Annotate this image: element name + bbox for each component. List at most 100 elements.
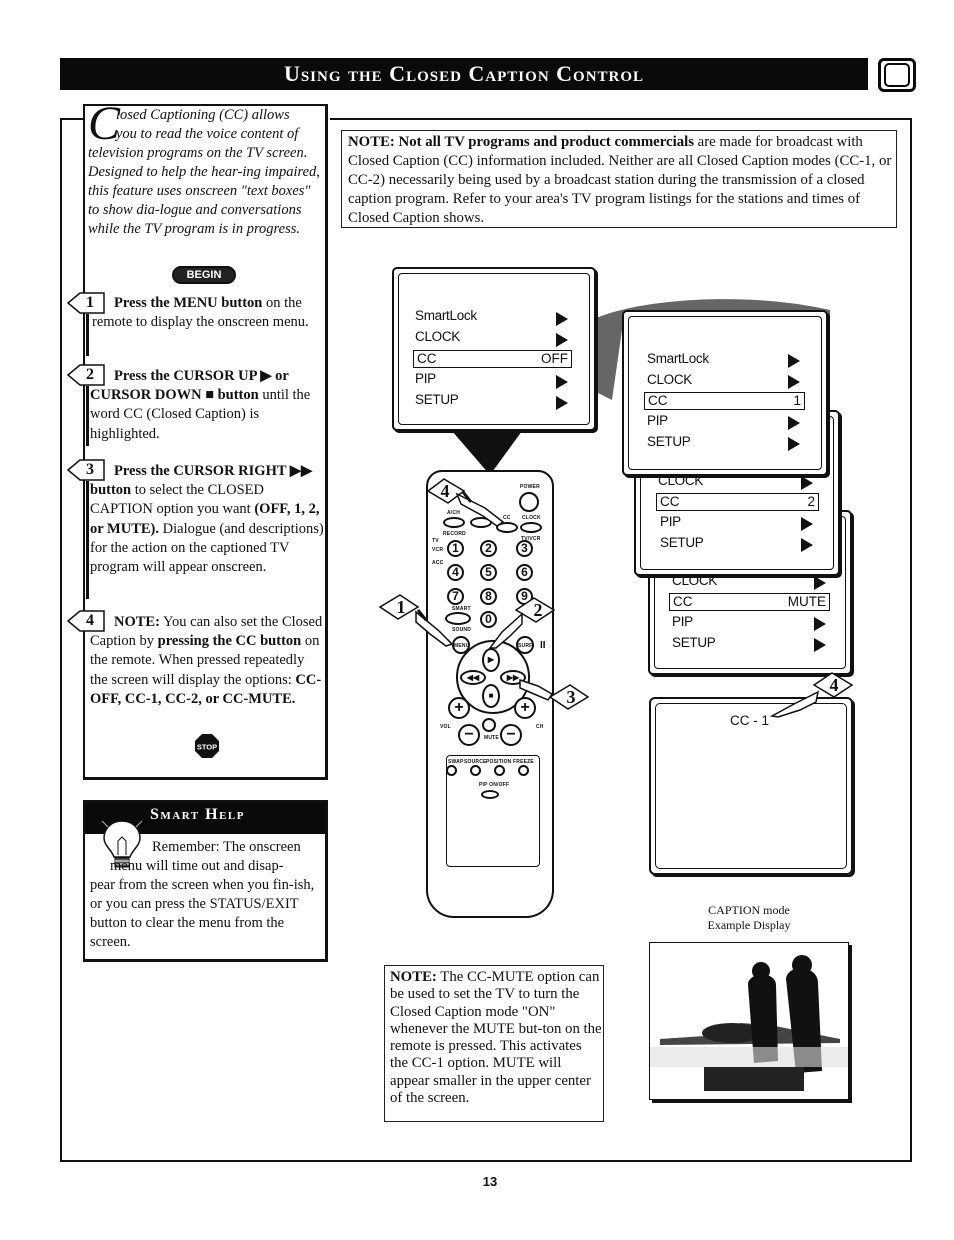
menu2-arrow-icon <box>788 375 800 389</box>
remote-clock-button[interactable] <box>520 522 542 533</box>
remote-digit-1[interactable]: 1 <box>447 540 464 557</box>
remote-vol-down-button[interactable]: − <box>458 724 480 746</box>
begin-badge: BEGIN <box>172 266 236 284</box>
step-4-text: NOTE: You can also set the Closed Captio… <box>90 613 324 709</box>
example-photo <box>649 942 849 1100</box>
step-3-bar <box>86 481 89 599</box>
menu4-cc-value: MUTE <box>787 594 826 609</box>
pointing-hand-icon <box>519 678 554 701</box>
step-3-text: Press the CURSOR RIGHT ▶▶ button to sele… <box>90 462 324 577</box>
menu4-item-pip[interactable]: PIP <box>672 614 693 629</box>
frame-line-top-right <box>330 118 912 120</box>
photo-people-walking <box>650 943 848 1099</box>
remote-digit-5[interactable]: 5 <box>480 564 497 581</box>
step-4-bold: NOTE: <box>114 614 160 630</box>
menu3-item-pip[interactable]: PIP <box>660 514 681 529</box>
remote-record-label: RECORD <box>443 531 466 537</box>
frame-line-left <box>60 118 62 1162</box>
pointing-hand-icon <box>455 491 505 527</box>
menu1-item-setup[interactable]: SETUP <box>415 392 459 407</box>
remote-freeze-button[interactable] <box>518 765 529 776</box>
frame-line-top-left <box>60 118 84 120</box>
menu4-item-setup[interactable]: SETUP <box>672 635 716 650</box>
menu3-arrow-icon <box>801 476 813 490</box>
menu1-item-cc-highlighted[interactable]: CC OFF <box>413 350 572 368</box>
page-number: 13 <box>482 1174 498 1189</box>
remote-cursor-left-button[interactable]: ◀◀ <box>460 670 486 685</box>
remote-digit-2[interactable]: 2 <box>480 540 497 557</box>
menu2-cc-label: CC <box>648 393 668 408</box>
step-2-text: Press the CURSOR UP ▶ or CURSOR DOWN ■ b… <box>90 367 324 444</box>
remote-position-button[interactable] <box>494 765 505 776</box>
menu3-arrow-icon <box>801 538 813 552</box>
menu4-arrow-icon <box>814 576 826 590</box>
intro-line-1: losed Captioning (CC) allows <box>116 107 290 123</box>
remote-digit-3[interactable]: 3 <box>516 540 533 557</box>
remote-digit-6[interactable]: 6 <box>516 564 533 581</box>
remote-ch-down-button[interactable]: − <box>500 724 522 746</box>
menu3-item-cc-highlighted[interactable]: CC 2 <box>656 493 819 511</box>
remote-digit-8[interactable]: 8 <box>480 588 497 605</box>
step-1-bold: Press the MENU button <box>114 295 263 311</box>
remote-swap-button[interactable] <box>446 765 457 776</box>
smart-help-line-1: Remember: The onscreen <box>152 839 301 855</box>
menu1-arrow-icon <box>556 375 568 389</box>
menu1-item-smartlock[interactable]: SmartLock <box>415 308 477 323</box>
step-2-bar <box>86 386 89 446</box>
menu2-arrow-icon <box>788 437 800 451</box>
menu4-item-cc-highlighted[interactable]: CC MUTE <box>669 593 830 611</box>
menu2-item-cc-highlighted[interactable]: CC 1 <box>644 392 805 410</box>
menu2-arrow-icon <box>788 354 800 368</box>
tv-screen-icon-inner <box>884 63 910 87</box>
step-1-bar <box>86 314 89 356</box>
menu2-item-clock[interactable]: CLOCK <box>647 372 692 387</box>
remote-mute-button[interactable] <box>482 718 496 732</box>
menu3-arrow-icon <box>801 517 813 531</box>
note-cc-mute-bold: NOTE: <box>390 969 437 985</box>
caption-label-line-2: Example Display <box>707 918 791 932</box>
remote-vol-up-button[interactable]: + <box>448 697 470 719</box>
remote-cursor-up-button[interactable]: ▶ <box>482 648 500 672</box>
remote-power-label: POWER <box>520 484 540 490</box>
stop-sign-icon: STOP <box>195 734 219 758</box>
smart-help-text: Remember: The onscreen menu will time ou… <box>90 838 322 952</box>
page-title: Using the Closed Caption Control <box>283 61 645 86</box>
menu-pointer-triangle <box>452 431 522 475</box>
menu2-item-pip[interactable]: PIP <box>647 413 668 428</box>
pause-icon: II <box>540 640 546 651</box>
caption-mode-label: CAPTION mode Example Display <box>649 903 849 933</box>
menu3-cc-label: CC <box>660 494 680 509</box>
remote-vol-label: VOL <box>440 724 451 730</box>
menu4-arrow-icon <box>814 617 826 631</box>
note-cc-mute-body: The CC-MUTE option can be used to set th… <box>390 969 602 1107</box>
menu4-cc-label: CC <box>673 594 693 609</box>
pointing-hand-icon <box>415 609 454 647</box>
remote-digit-7[interactable]: 7 <box>447 588 464 605</box>
remote-power-button[interactable] <box>519 492 539 512</box>
remote-ch-label: CH <box>536 724 544 730</box>
menu4-arrow-icon <box>814 638 826 652</box>
menu1-item-clock[interactable]: CLOCK <box>415 329 460 344</box>
remote-cursor-down-button[interactable]: ■ <box>482 684 500 708</box>
remote-acc-mode-label: ACC <box>432 560 444 566</box>
pointing-hand-icon <box>488 612 523 649</box>
remote-pip-onoff-label: PIP ON/OFF <box>479 782 510 788</box>
menu1-cc-value: OFF <box>541 351 568 366</box>
menu1-item-pip[interactable]: PIP <box>415 371 436 386</box>
example-cc-indicator: CC - 1 <box>730 713 770 728</box>
remote-pip-onoff-button[interactable] <box>481 790 499 799</box>
remote-vcr-mode-label: VCR <box>432 547 444 553</box>
menu2-item-smartlock[interactable]: SmartLock <box>647 351 709 366</box>
remote-tv-mode-label: TV <box>432 538 439 544</box>
menu2-item-setup[interactable]: SETUP <box>647 434 691 449</box>
menu1-cc-label: CC <box>417 351 437 366</box>
menu3-item-setup[interactable]: SETUP <box>660 535 704 550</box>
smart-help-rest: pear from the screen when you fin-ish, o… <box>90 877 315 950</box>
remote-digit-4[interactable]: 4 <box>447 564 464 581</box>
intro-paragraph: losed Captioning (CC) allows you to read… <box>88 106 324 239</box>
note-cc-mute-text: NOTE: The CC-MUTE option can be used to … <box>390 969 602 1107</box>
intro-line-2: you to read the voice content of <box>116 126 299 142</box>
menu2-cc-value: 1 <box>793 393 801 408</box>
remote-source-button[interactable] <box>470 765 481 776</box>
menu1-arrow-icon <box>556 312 568 326</box>
